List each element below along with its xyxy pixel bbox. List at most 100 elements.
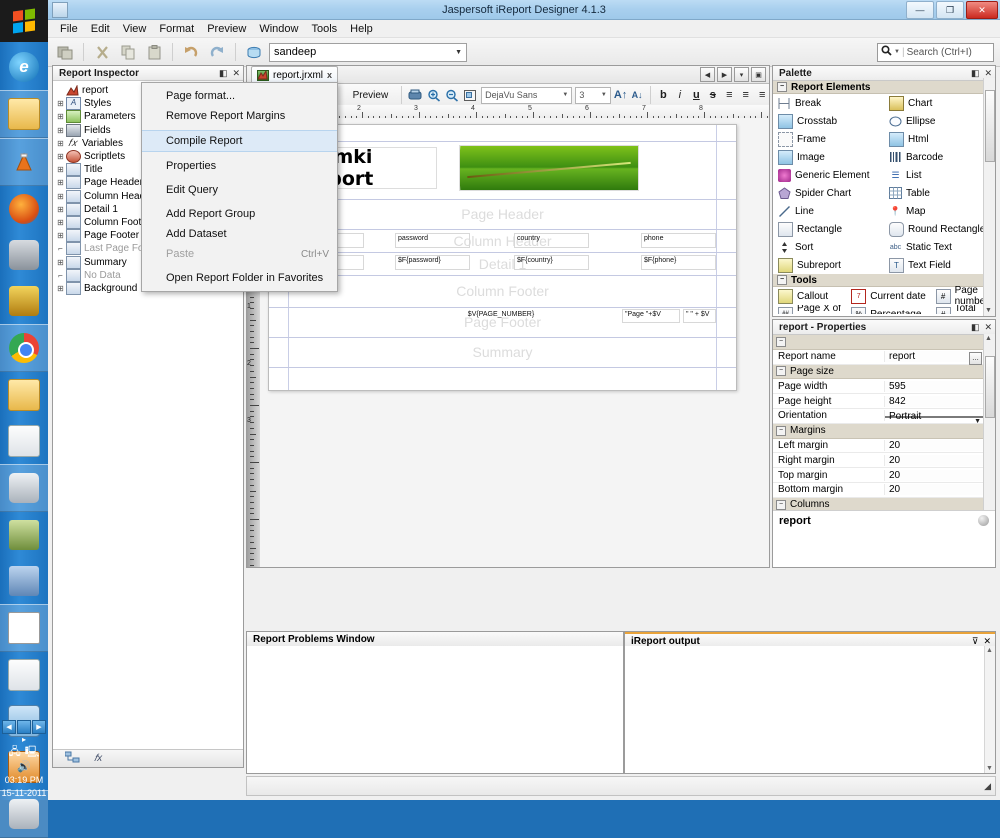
band-column-footer[interactable]: Column Footer — [269, 275, 736, 308]
increase-font-icon[interactable]: A↑ — [614, 87, 627, 103]
undo-icon[interactable] — [180, 41, 202, 63]
underline-icon[interactable]: u — [690, 87, 703, 103]
search-box[interactable]: ▼ | Search (Ctrl+I) — [877, 42, 994, 62]
align-center-icon[interactable]: ≡ — [739, 87, 752, 103]
palette-item-barcode[interactable]: Barcode — [884, 148, 995, 166]
report-structure-icon[interactable] — [64, 751, 80, 767]
properties-scroll-thumb[interactable] — [985, 356, 995, 418]
strikethrough-icon[interactable]: s — [706, 87, 719, 103]
leaf-image[interactable] — [459, 145, 639, 191]
band-title-top[interactable] — [269, 125, 736, 142]
palette-item-subreport[interactable]: Subreport — [773, 256, 884, 274]
palette-item-map[interactable]: 📍 Map — [884, 202, 995, 220]
clock-date[interactable]: 15-11-2011 — [0, 787, 48, 800]
property-row-left-margin[interactable]: Left margin 20 — [773, 439, 995, 454]
taskbar-item-folder2[interactable] — [0, 372, 48, 418]
palette-item-crosstab[interactable]: Crosstab — [773, 112, 884, 130]
context-menu-item-remove-report-margins[interactable]: Remove Report Margins — [142, 106, 337, 126]
collapse-icon[interactable]: − — [776, 425, 786, 436]
expander-icon[interactable]: ⊞ — [55, 112, 66, 121]
properties-top-collapse[interactable]: − — [773, 335, 995, 350]
property-row-page-width[interactable]: Page width 595 — [773, 379, 995, 395]
property-value[interactable]: 20 — [885, 484, 995, 496]
expander-icon[interactable]: ⊞ — [55, 165, 66, 174]
taskbar-item-lock[interactable] — [0, 512, 48, 558]
band-summary[interactable]: Summary — [269, 337, 736, 368]
taskbar-item-document[interactable] — [0, 604, 48, 652]
expander-icon[interactable]: ⊞ — [55, 258, 66, 267]
palette-item-html[interactable]: Html — [884, 130, 995, 148]
tab-maximize-button[interactable]: ▣ — [751, 67, 766, 82]
save-all-icon[interactable] — [54, 41, 76, 63]
close-icon[interactable]: ✕ — [232, 68, 240, 79]
expander-icon[interactable]: ⊞ — [55, 284, 66, 293]
band-page-header[interactable]: Page Header — [269, 199, 736, 230]
taskbar-scroll-mid[interactable] — [17, 720, 31, 734]
band-column-header[interactable]: Column Header userId password country ph… — [269, 229, 736, 253]
taskbar-scroll-buttons[interactable]: ◀ ▶ — [2, 720, 46, 734]
palette-scrollbar[interactable]: ▼ — [983, 78, 995, 316]
context-menu-item-compile-report[interactable]: Compile Report — [142, 130, 337, 152]
column-header-phone[interactable]: phone — [641, 233, 716, 248]
expander-icon[interactable]: ⊞ — [55, 231, 66, 240]
tab-next-button[interactable]: ▶ — [717, 67, 732, 82]
property-value[interactable]: 20 — [885, 454, 995, 466]
page-footer-total[interactable]: " " + $V — [683, 309, 716, 323]
help-ball-icon[interactable] — [978, 515, 989, 526]
page-footer-page-label[interactable]: "Page "+$V — [622, 309, 680, 323]
property-value[interactable]: 595 — [885, 380, 995, 392]
tray-overflow-arrow[interactable]: ▸ — [0, 736, 48, 744]
detail-field-password[interactable]: $F{password} — [395, 255, 470, 270]
palette-item-ellipse[interactable]: Ellipse — [884, 112, 995, 130]
context-menu-item-edit-query[interactable]: Edit Query — [142, 180, 337, 200]
orientation-select[interactable]: Portrait — [885, 411, 983, 422]
palette-item-list[interactable]: ☰ List — [884, 166, 995, 184]
properties-scrollbar[interactable]: ▲ ▼ — [983, 334, 995, 518]
palette-item-sort[interactable]: Sort — [773, 238, 884, 256]
tab-report-jrxml[interactable]: report.jrxml x — [251, 66, 339, 83]
scroll-down-arrow-icon[interactable]: ▼ — [985, 307, 992, 314]
taskbar-item-vlc[interactable] — [0, 138, 48, 186]
collapse-icon[interactable]: − — [777, 275, 787, 285]
property-value[interactable]: 20 — [885, 469, 995, 481]
output-scrollbar[interactable]: ▲ ▼ — [984, 646, 995, 773]
property-value[interactable]: 20 — [885, 439, 995, 451]
palette-item-callout[interactable]: Callout — [773, 287, 846, 305]
zoom-in-icon[interactable] — [426, 87, 441, 104]
align-left-icon[interactable]: ≡ — [723, 87, 736, 103]
expander-icon[interactable]: ⊞ — [55, 152, 66, 161]
tab-list-button[interactable]: ▾ — [734, 67, 749, 82]
context-menu-item-page-format[interactable]: Page format... — [142, 86, 337, 106]
palette-section-report-elements[interactable]: − Report Elements — [773, 81, 995, 94]
expander-icon[interactable]: ⊞ — [55, 192, 66, 201]
zoom-out-icon[interactable] — [445, 87, 460, 104]
context-menu-item-properties[interactable]: Properties — [142, 156, 337, 176]
context-menu-item-add-dataset[interactable]: Add Dataset — [142, 224, 337, 244]
align-right-icon[interactable]: ≡ — [756, 87, 769, 103]
band-detail[interactable]: Detail 1 $F{userId} $F{password} $F{coun… — [269, 252, 736, 276]
scroll-down-arrow-icon[interactable]: ▼ — [986, 765, 993, 772]
property-group-page-size[interactable]: − Page size — [773, 364, 995, 380]
expander-icon[interactable]: ⊞ — [55, 139, 66, 148]
column-header-password[interactable]: password — [395, 233, 470, 248]
font-family-combo[interactable]: DejaVu Sans ▼ — [481, 86, 573, 104]
palette-item-generic-element[interactable]: Generic Element — [773, 166, 884, 184]
band-title[interactable]: Ramki report — [269, 141, 736, 200]
clock-time[interactable]: 03:19 PM — [0, 774, 48, 787]
ellipsis-button[interactable]: … — [969, 352, 982, 366]
property-row-orientation[interactable]: Orientation Portrait ▼ — [773, 409, 995, 425]
zoom-selection-icon[interactable] — [463, 87, 478, 104]
palette-item-round-rectangle[interactable]: Round Rectangle — [884, 220, 995, 238]
view-tab-preview[interactable]: Preview — [346, 89, 396, 102]
float-icon[interactable]: ◧ — [971, 322, 980, 333]
palette-item-current-date[interactable]: 7 Current date — [846, 287, 930, 305]
font-size-combo[interactable]: 3 ▼ — [575, 86, 611, 104]
menu-preview[interactable]: Preview — [201, 22, 252, 36]
collapse-icon[interactable]: − — [776, 499, 786, 510]
cut-icon[interactable] — [91, 41, 113, 63]
pin-icon[interactable]: ⊽ — [972, 636, 979, 647]
property-row-page-height[interactable]: Page height 842 — [773, 394, 995, 409]
expander-icon[interactable]: ⊞ — [55, 99, 66, 108]
taskbar-item-firefox[interactable] — [0, 186, 48, 232]
scroll-up-arrow-icon[interactable]: ▲ — [985, 335, 992, 342]
